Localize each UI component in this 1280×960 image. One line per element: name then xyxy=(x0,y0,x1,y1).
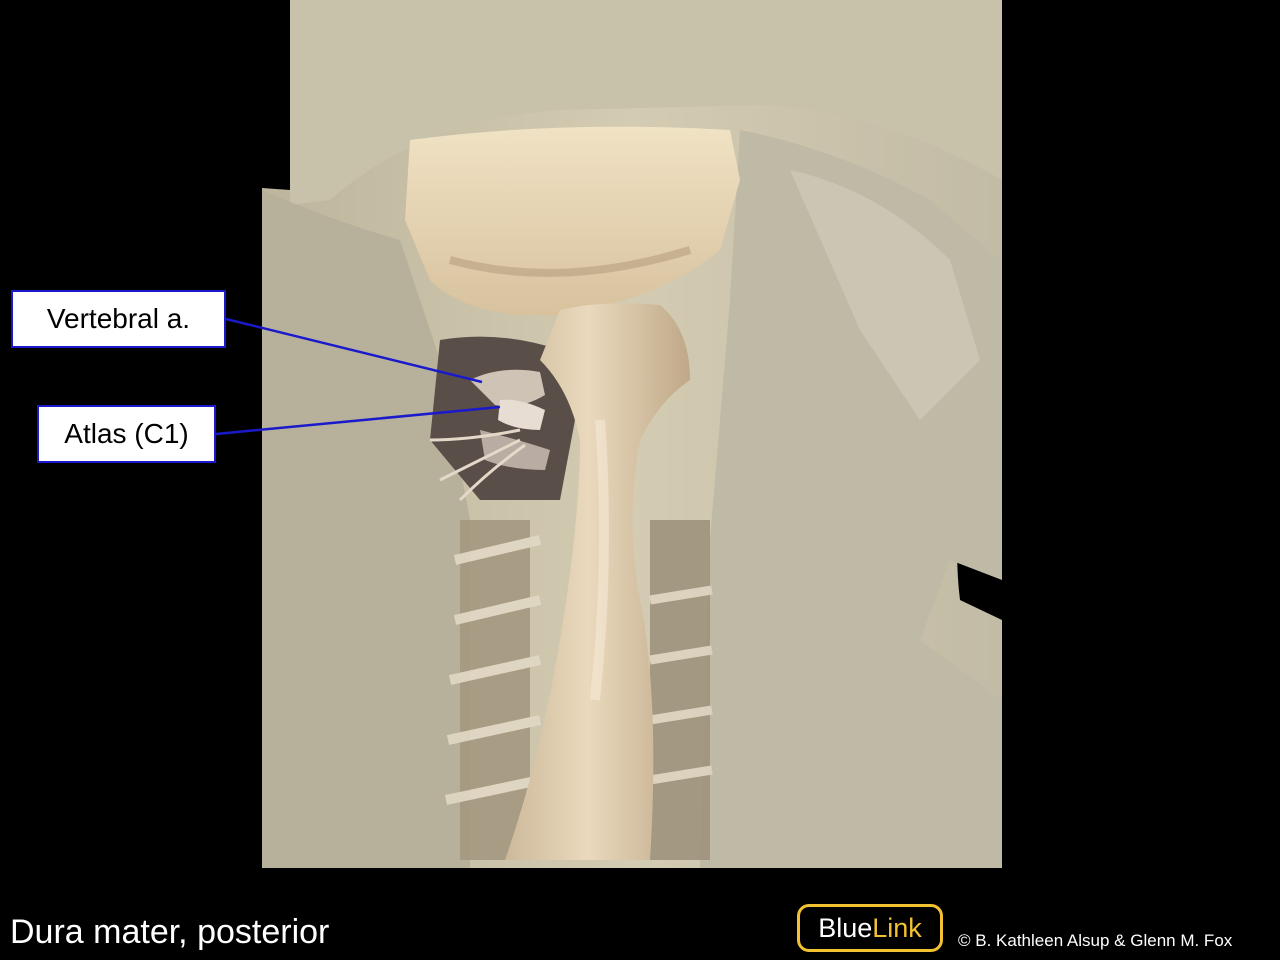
copyright-notice: © B. Kathleen Alsup & Glenn M. Fox xyxy=(958,931,1233,950)
logo-text-blue: Blue xyxy=(818,912,873,943)
vertebral-artery-label: Vertebral a. xyxy=(11,290,226,348)
vertebral-laminae-right xyxy=(649,520,713,860)
bluelink-logo: Blue Link xyxy=(797,904,943,952)
atlas-label-text: Atlas (C1) xyxy=(64,418,189,449)
vertebral-artery-label-text: Vertebral a. xyxy=(46,303,191,334)
slide-caption: Dura mater, posterior xyxy=(10,913,330,951)
dissection-photo xyxy=(0,0,1280,960)
atlas-label: Atlas (C1) xyxy=(37,405,216,463)
logo-text-link: Link xyxy=(872,912,922,943)
slide: Vertebral a. Atlas (C1) Dura mater, post… xyxy=(0,0,1280,960)
